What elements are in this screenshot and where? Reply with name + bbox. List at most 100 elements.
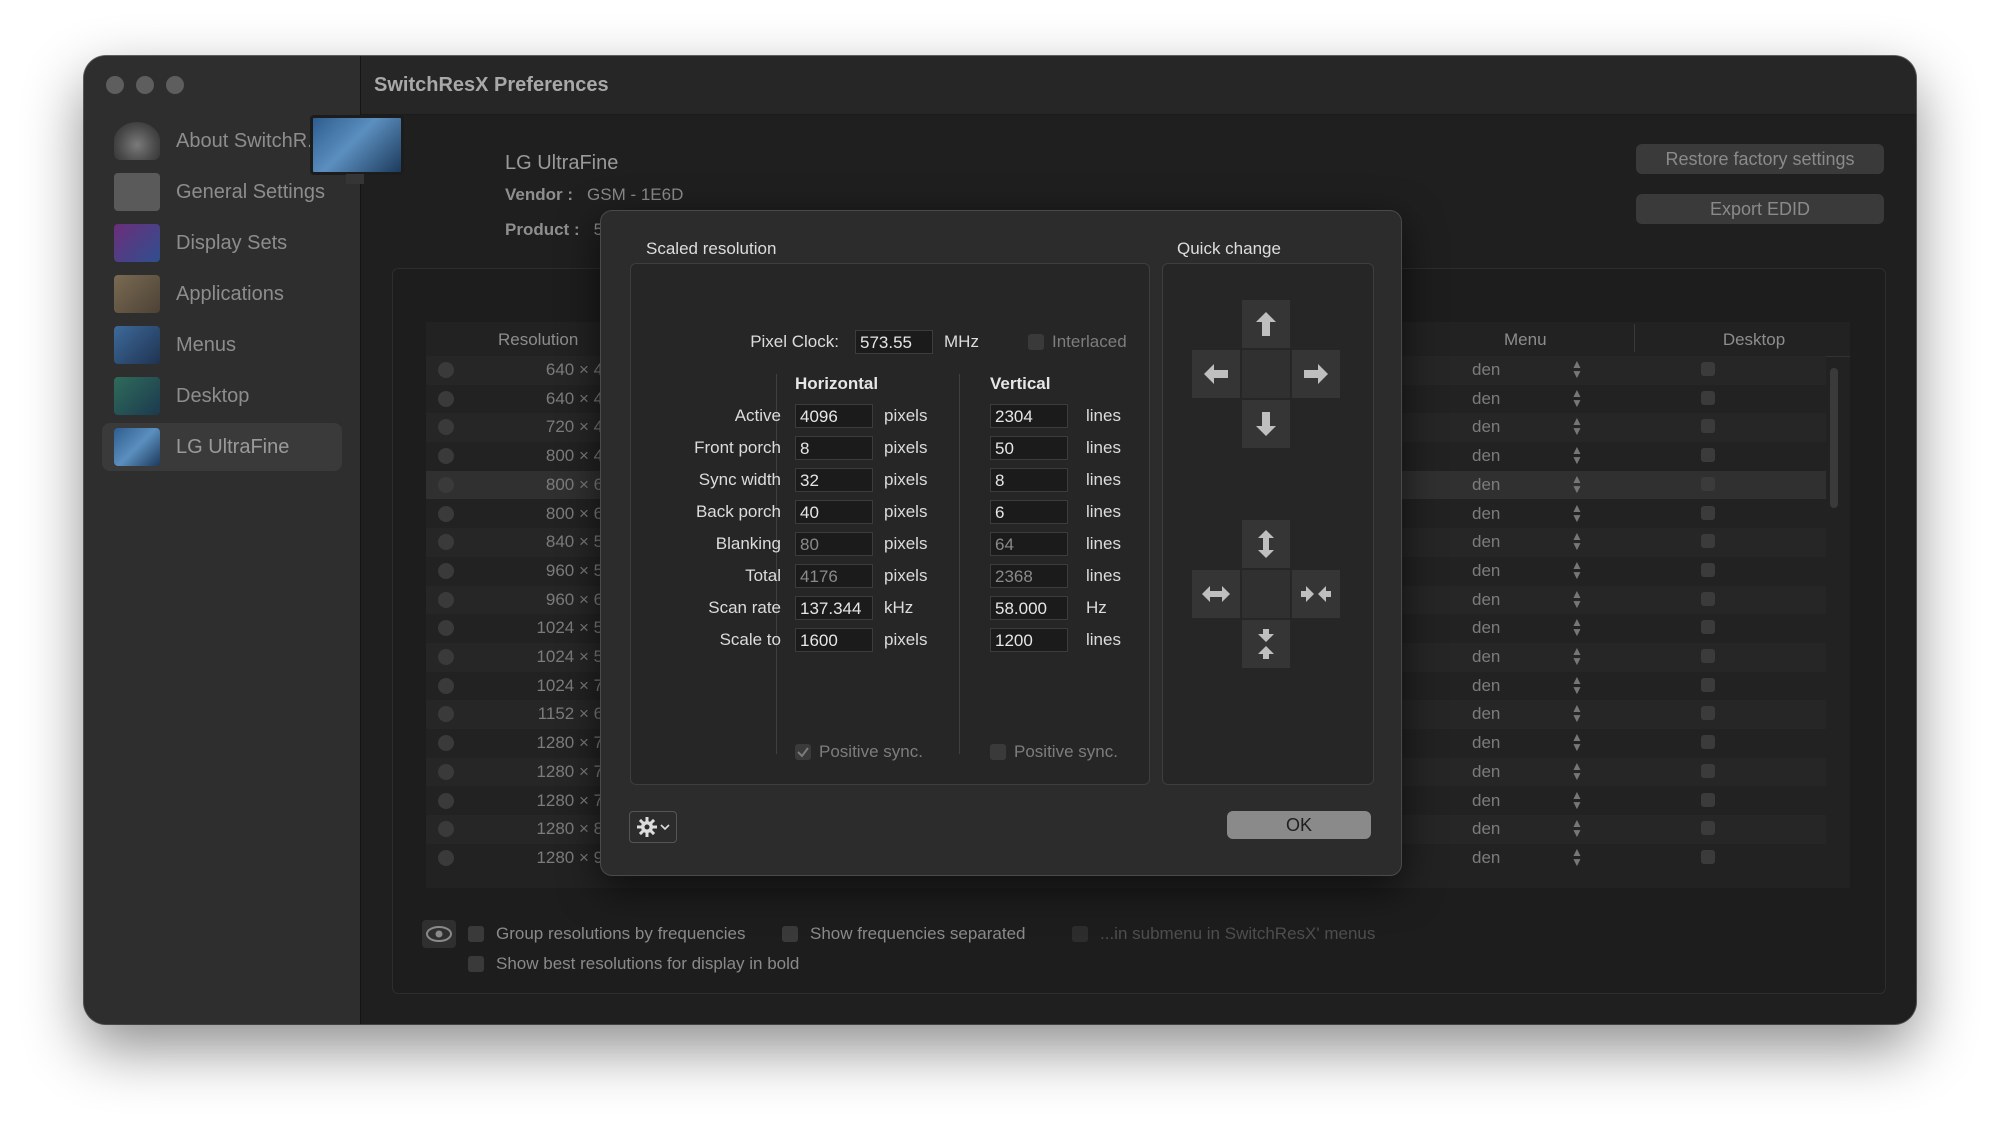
row-menu-stepper-icon[interactable]: ▲ ▼ [1571,616,1583,638]
row-radio[interactable] [438,591,454,608]
column-header-resolution[interactable]: Resolution [498,330,578,350]
row-menu-stepper-icon[interactable]: ▲ ▼ [1571,444,1583,466]
pixel-clock-field[interactable]: 573.55 [855,330,933,354]
row-radio[interactable] [438,706,454,723]
best-resolutions-bold-option[interactable]: Show best resolutions for display in bol… [468,954,799,974]
vertical-value-field[interactable]: 6 [990,500,1068,524]
row-menu-value[interactable]: den [1472,647,1500,667]
submenu-checkbox[interactable] [1072,926,1088,942]
row-desktop-checkbox[interactable] [1701,849,1715,864]
sidebar-item-display-sets[interactable]: Display Sets [102,219,342,267]
row-menu-value[interactable]: den [1472,360,1500,380]
vertical-value-field[interactable]: 58.000 [990,596,1068,620]
sidebar-item-menus[interactable]: Menus [102,321,342,369]
row-menu-stepper-icon[interactable]: ▲ ▼ [1571,645,1583,667]
horizontal-value-field[interactable]: 137.344 [795,596,873,620]
zoom-window-button[interactable] [166,76,184,94]
row-menu-stepper-icon[interactable]: ▲ ▼ [1571,473,1583,495]
show-frequencies-separated-checkbox[interactable] [782,926,798,942]
row-desktop-checkbox[interactable] [1701,677,1715,692]
vertical-value-field[interactable]: 1200 [990,628,1068,652]
row-menu-value[interactable]: den [1472,389,1500,409]
row-menu-value[interactable]: den [1472,532,1500,552]
ok-button[interactable]: OK [1227,811,1371,839]
row-menu-stepper-icon[interactable]: ▲ ▼ [1571,559,1583,581]
interlaced-checkbox[interactable] [1028,334,1044,350]
submenu-option[interactable]: ...in submenu in SwitchResX' menus [1072,924,1375,944]
vertical-positive-sync-checkbox[interactable] [990,744,1006,760]
horizontal-positive-sync-option[interactable]: Positive sync. [795,742,923,762]
sidebar-item-applications[interactable]: Applications [102,270,342,318]
sidebar-item-lg-ultrafine[interactable]: LG UltraFine [102,423,342,471]
show-frequencies-separated-option[interactable]: Show frequencies separated [782,924,1025,944]
row-radio[interactable] [438,821,454,838]
sidebar-item-general-settings[interactable]: General Settings [102,168,342,216]
row-menu-value[interactable]: den [1472,819,1500,839]
row-menu-stepper-icon[interactable]: ▲ ▼ [1571,731,1583,753]
interlaced-option[interactable]: Interlaced [1028,332,1127,352]
row-radio[interactable] [438,562,454,579]
column-header-desktop[interactable]: Desktop [1634,330,1874,350]
shrink-vertical-button[interactable] [1242,620,1290,668]
row-menu-value[interactable]: den [1472,504,1500,524]
vertical-value-field[interactable]: 50 [990,436,1068,460]
move-up-button[interactable] [1242,300,1290,348]
row-desktop-checkbox[interactable] [1701,763,1715,778]
horizontal-value-field[interactable]: 1600 [795,628,873,652]
group-by-frequencies-option[interactable]: Group resolutions by frequencies [468,924,745,944]
horizontal-value-field[interactable]: 40 [795,500,873,524]
row-menu-value[interactable]: den [1472,475,1500,495]
move-left-button[interactable] [1192,350,1240,398]
row-desktop-checkbox[interactable] [1701,706,1715,721]
move-right-button[interactable] [1292,350,1340,398]
row-radio[interactable] [438,419,454,436]
row-desktop-checkbox[interactable] [1701,534,1715,549]
row-menu-value[interactable]: den [1472,791,1500,811]
row-radio[interactable] [438,505,454,522]
group-by-frequencies-checkbox[interactable] [468,926,484,942]
restore-factory-settings-button[interactable]: Restore factory settings [1636,144,1884,174]
row-menu-stepper-icon[interactable]: ▲ ▼ [1571,502,1583,524]
row-menu-stepper-icon[interactable]: ▲ ▼ [1571,702,1583,724]
row-menu-stepper-icon[interactable]: ▲ ▼ [1571,789,1583,811]
row-desktop-checkbox[interactable] [1701,476,1715,491]
move-down-button[interactable] [1242,400,1290,448]
row-radio[interactable] [438,448,454,465]
expand-vertical-button[interactable] [1242,520,1290,568]
row-desktop-checkbox[interactable] [1701,735,1715,750]
row-desktop-checkbox[interactable] [1701,620,1715,635]
row-menu-value[interactable]: den [1472,676,1500,696]
row-menu-value[interactable]: den [1472,618,1500,638]
row-desktop-checkbox[interactable] [1701,448,1715,463]
settings-menu-button[interactable] [629,811,677,843]
row-radio[interactable] [438,677,454,694]
row-menu-stepper-icon[interactable]: ▲ ▼ [1571,530,1583,552]
row-menu-value[interactable]: den [1472,762,1500,782]
row-menu-stepper-icon[interactable]: ▲ ▼ [1571,846,1583,868]
table-scrollbar[interactable] [1830,368,1838,508]
row-desktop-checkbox[interactable] [1701,792,1715,807]
row-radio[interactable] [438,476,454,493]
row-desktop-checkbox[interactable] [1701,591,1715,606]
row-desktop-checkbox[interactable] [1701,362,1715,376]
horizontal-value-field[interactable]: 4096 [795,404,873,428]
row-menu-stepper-icon[interactable]: ▲ ▼ [1571,588,1583,610]
row-menu-value[interactable]: den [1472,417,1500,437]
row-radio[interactable] [438,735,454,752]
row-menu-value[interactable]: den [1472,446,1500,466]
row-desktop-checkbox[interactable] [1701,821,1715,836]
row-radio[interactable] [438,362,454,378]
best-resolutions-bold-checkbox[interactable] [468,956,484,972]
vertical-value-field[interactable]: 8 [990,468,1068,492]
row-menu-value[interactable]: den [1472,561,1500,581]
row-desktop-checkbox[interactable] [1701,419,1715,434]
row-menu-stepper-icon[interactable]: ▲ ▼ [1571,760,1583,782]
row-desktop-checkbox[interactable] [1701,649,1715,663]
row-desktop-checkbox[interactable] [1701,562,1715,577]
row-menu-value[interactable]: den [1472,733,1500,753]
row-desktop-checkbox[interactable] [1701,505,1715,520]
row-menu-stepper-icon[interactable]: ▲ ▼ [1571,674,1583,696]
row-menu-stepper-icon[interactable]: ▲ ▼ [1571,817,1583,839]
eye-icon[interactable] [422,920,456,948]
row-menu-stepper-icon[interactable]: ▲ ▼ [1571,358,1583,380]
